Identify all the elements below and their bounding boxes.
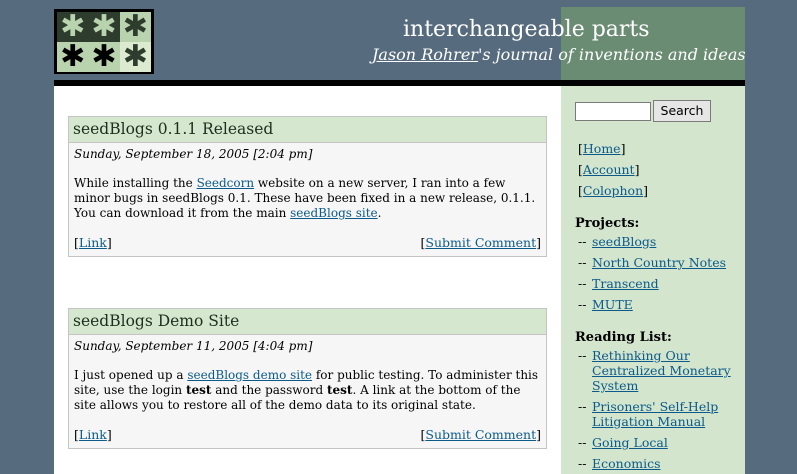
blog-post: seedBlogs Demo Site Sunday, September 11…	[68, 308, 547, 449]
sidebar: Search [Home] [Account] [Colophon] Proje…	[561, 86, 745, 474]
post-body: While installing the Seedcorn website on…	[69, 161, 546, 221]
projects-heading: Projects:	[575, 216, 640, 231]
submit-comment-link[interactable]: Submit Comment	[425, 427, 536, 442]
post-date: Sunday, September 11, 2005 [4:04 pm]	[74, 339, 313, 353]
post-actions: [Link] [Submit Comment]	[74, 427, 541, 442]
post-title: seedBlogs 0.1.1 Released	[69, 117, 546, 143]
post-title: seedBlogs Demo Site	[69, 309, 546, 335]
main-content: seedBlogs 0.1.1 Released Sunday, Septemb…	[54, 86, 561, 474]
search-button[interactable]: Search	[653, 100, 711, 122]
search-input[interactable]	[575, 102, 651, 121]
body-text: .	[377, 206, 382, 220]
reading-item: -- Rethinking Our Centralized Monetary Sy…	[578, 348, 731, 393]
reading-item: -- Going Local	[578, 435, 668, 450]
seedblogs-site-link[interactable]: seedBlogs site	[290, 206, 378, 220]
post-date: Sunday, September 18, 2005 [2:04 pm]	[74, 147, 313, 161]
logo-asterisk-icon: ✱	[57, 12, 89, 42]
project-link-transcend[interactable]: Transcend	[592, 276, 659, 291]
home-link[interactable]: Home	[583, 141, 621, 156]
reading-link-going-local[interactable]: Going Local	[592, 435, 668, 450]
reading-link-monetary-system[interactable]: Rethinking Our Centralized Monetary Syst…	[592, 348, 731, 393]
password-value: test	[326, 383, 353, 397]
post-body: I just opened up a seedBlogs demo site f…	[69, 353, 546, 413]
colophon-link[interactable]: Colophon	[583, 183, 643, 198]
project-item: -- Transcend	[578, 276, 659, 291]
nav-item-colophon: [Colophon]	[578, 183, 649, 198]
body-text: and the password	[211, 383, 327, 397]
logo-asterisk-icon: ✱	[119, 12, 151, 42]
blog-post: seedBlogs 0.1.1 Released Sunday, Septemb…	[68, 116, 547, 257]
reading-link-economics[interactable]: Economics	[592, 456, 661, 471]
seedblogs-demo-link[interactable]: seedBlogs demo site	[187, 368, 312, 382]
reading-item: -- Economics	[578, 456, 661, 471]
logo-asterisk-icon: ✱	[88, 42, 120, 72]
nav-item-account: [Account]	[578, 162, 640, 177]
body-text: I just opened up a	[74, 368, 188, 382]
nav-item-home: [Home]	[578, 141, 626, 156]
reading-list-heading: Reading List:	[575, 330, 672, 345]
author-link[interactable]: Jason Rohrer	[372, 45, 478, 64]
project-item: -- North Country Notes	[578, 255, 727, 270]
project-link-mute[interactable]: MUTE	[592, 297, 633, 312]
seedcorn-link[interactable]: Seedcorn	[197, 176, 255, 190]
login-value: test	[185, 383, 212, 397]
project-item: -- MUTE	[578, 297, 633, 312]
site-subtitle: Jason Rohrer's journal of inventions and…	[372, 45, 746, 64]
logo-asterisk-icon: ✱	[88, 12, 120, 42]
logo-asterisk-icon: ✱	[119, 42, 151, 72]
reading-link-litigation-manual[interactable]: Prisoners' Self-Help Litigation Manual	[592, 399, 718, 429]
logo-asterisk-icon: ✱	[57, 42, 89, 72]
project-link-north-country-notes[interactable]: North Country Notes	[592, 255, 726, 270]
account-link[interactable]: Account	[583, 162, 635, 177]
permalink[interactable]: Link	[79, 235, 107, 250]
project-item: -- seedBlogs	[578, 234, 657, 249]
site-logo[interactable]: ✱ ✱ ✱ ✱ ✱ ✱	[54, 9, 154, 74]
reading-item: -- Prisoners' Self-Help Litigation Manual	[578, 399, 719, 429]
submit-comment-link[interactable]: Submit Comment	[425, 235, 536, 250]
permalink[interactable]: Link	[79, 427, 107, 442]
post-actions: [Link] [Submit Comment]	[74, 235, 541, 250]
body-text: While installing the	[74, 176, 197, 190]
site-title: interchangeable parts	[403, 17, 650, 42]
subtitle-text: 's journal of inventions and ideas	[477, 45, 746, 64]
project-link-seedblogs[interactable]: seedBlogs	[592, 234, 656, 249]
